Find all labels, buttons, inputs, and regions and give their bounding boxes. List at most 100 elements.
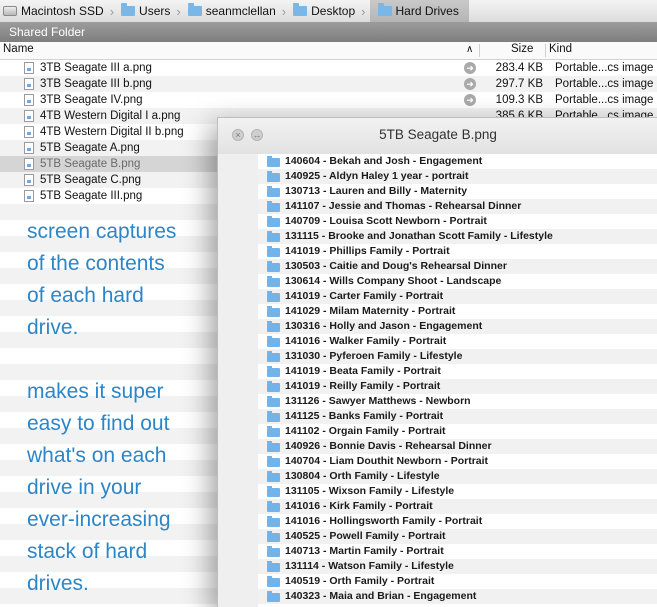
folder-name: 141019 - Beata Family - Portrait: [285, 365, 441, 377]
caption-line: screen captures: [27, 220, 177, 243]
folder-icon: [267, 291, 280, 302]
png-file-icon: [24, 142, 34, 154]
folder-name: 141029 - Milam Maternity - Portrait: [285, 305, 456, 317]
folder-icon: [267, 456, 280, 467]
folder-icon: [267, 216, 280, 227]
folder-name: 141019 - Reilly Family - Portrait: [285, 380, 441, 392]
file-row[interactable]: 3TB Seagate III a.png ➜ 283.4 KB Portabl…: [0, 60, 657, 76]
breadcrumb-label: Users: [139, 4, 171, 18]
chevron-right-icon: ›: [281, 3, 287, 19]
fullscreen-icon[interactable]: ↔: [251, 129, 263, 141]
folder-name: 130804 - Orth Family - Lifestyle: [285, 470, 440, 482]
folder-row: 141019 - Phillips Family - Portrait: [258, 244, 657, 259]
folder-icon: [267, 381, 280, 392]
folder-name: 130614 - Wills Company Shoot - Landscape: [285, 275, 502, 287]
breadcrumb-users[interactable]: Users ›: [118, 0, 185, 22]
sort-ascending-icon[interactable]: ∧: [466, 44, 473, 55]
folder-row: 141125 - Banks Family - Portrait: [258, 409, 657, 424]
go-arrow-icon[interactable]: ➜: [464, 94, 476, 106]
column-name[interactable]: Name: [3, 43, 34, 55]
file-kind: Portable...cs image: [555, 78, 654, 90]
breadcrumb-desktop[interactable]: Desktop ›: [290, 0, 369, 22]
folder-name: 140604 - Bekah and Josh - Engagement: [285, 155, 483, 167]
folder-icon: [267, 411, 280, 422]
folder-name: 140704 - Liam Douthit Newborn - Portrait: [285, 455, 489, 467]
folder-name: 141016 - Hollingsworth Family - Portrait: [285, 515, 483, 527]
folder-row: 130713 - Lauren and Billy - Maternity: [258, 184, 657, 199]
breadcrumb-label: Macintosh SSD: [21, 4, 104, 18]
folder-row: 140323 - Maia and Brian - Engagement: [258, 589, 657, 604]
file-name: 4TB Western Digital II b.png: [40, 126, 184, 138]
folder-row: 141019 - Beata Family - Portrait: [258, 364, 657, 379]
folder-icon: [267, 261, 280, 272]
folder-name: 130316 - Holly and Jason - Engagement: [285, 320, 483, 332]
shared-folder-header: Shared Folder: [0, 22, 657, 42]
folder-name: 141125 - Banks Family - Portrait: [285, 410, 444, 422]
folder-icon: [267, 426, 280, 437]
breadcrumb-hard-drives[interactable]: Hard Drives: [369, 0, 469, 22]
folder-row: 140926 - Bonnie Davis - Rehearsal Dinner: [258, 439, 657, 454]
file-name: 5TB Seagate B.png: [40, 158, 141, 170]
folder-icon: [187, 3, 202, 16]
file-row[interactable]: 3TB Seagate IV.png ➜ 109.3 KB Portable..…: [0, 92, 657, 108]
file-name: 5TB Seagate C.png: [40, 174, 142, 186]
folder-icon: [377, 3, 392, 16]
file-name: 3TB Seagate III a.png: [40, 62, 152, 74]
folder-row: 141016 - Kirk Family - Portrait: [258, 499, 657, 514]
folder-row: 141016 - Hollingsworth Family - Portrait: [258, 514, 657, 529]
folder-row: 141019 - Carter Family - Portrait: [258, 289, 657, 304]
folder-name: 140709 - Louisa Scott Newborn - Portrait: [285, 215, 487, 227]
file-row[interactable]: 3TB Seagate III b.png ➜ 297.7 KB Portabl…: [0, 76, 657, 92]
folder-row: 141102 - Orgain Family - Portrait: [258, 424, 657, 439]
go-arrow-icon[interactable]: ➜: [464, 62, 476, 74]
folder-name: 140525 - Powell Family - Portrait: [285, 530, 446, 542]
folder-row: 130316 - Holly and Jason - Engagement: [258, 319, 657, 334]
folder-icon: [267, 516, 280, 527]
drive-icon: [3, 6, 17, 16]
folder-row: 140604 - Bekah and Josh - Engagement: [258, 154, 657, 169]
folder-icon: [267, 246, 280, 257]
folder-name: 141019 - Phillips Family - Portrait: [285, 245, 450, 257]
caption-line: ever-increasing: [27, 508, 171, 531]
column-divider: [545, 44, 546, 57]
folder-row: 131030 - Pyferoen Family - Lifestyle: [258, 349, 657, 364]
column-kind[interactable]: Kind: [549, 43, 572, 55]
go-arrow-icon[interactable]: ➜: [464, 78, 476, 90]
column-size[interactable]: Size: [511, 43, 533, 55]
png-file-icon: [24, 158, 34, 170]
caption-line: drive in your: [27, 476, 142, 499]
caption-line: of the contents: [27, 252, 165, 275]
folder-icon: [267, 321, 280, 332]
png-file-icon: [24, 94, 34, 106]
breadcrumb-macintosh-ssd[interactable]: Macintosh SSD ›: [0, 0, 118, 22]
file-kind: Portable...cs image: [555, 62, 654, 74]
file-name: 5TB Seagate A.png: [40, 142, 140, 154]
folder-icon: [267, 396, 280, 407]
preview-window: × ↔ 5TB Seagate B.png 140604 - Bekah and…: [217, 117, 657, 607]
folder-row: 140704 - Liam Douthit Newborn - Portrait: [258, 454, 657, 469]
folder-icon: [121, 3, 136, 16]
chevron-right-icon: ›: [361, 3, 366, 19]
folder-icon: [267, 501, 280, 512]
folder-name: 131126 - Sawyer Matthews - Newborn: [285, 395, 471, 407]
file-size: 297.7 KB: [495, 78, 543, 90]
caption-line: of each hard: [27, 284, 144, 307]
file-name: 4TB Western Digital I a.png: [40, 110, 181, 122]
folder-icon: [267, 186, 280, 197]
folder-row: 131126 - Sawyer Matthews - Newborn: [258, 394, 657, 409]
folder-icon: [267, 306, 280, 317]
png-file-icon: [24, 126, 34, 138]
breadcrumb-label: seanmclellan: [205, 4, 276, 18]
folder-name: 131115 - Brooke and Jonathan Scott Famil…: [285, 230, 553, 242]
folder-name: 140519 - Orth Family - Portrait: [285, 575, 435, 587]
breadcrumb-label: Hard Drives: [395, 4, 459, 18]
folder-icon: [267, 276, 280, 287]
breadcrumb-seanmclellan[interactable]: seanmclellan ›: [185, 0, 290, 22]
png-file-icon: [24, 110, 34, 122]
folder-icon: [267, 576, 280, 587]
folder-row: 140925 - Aldyn Haley 1 year - portrait: [258, 169, 657, 184]
file-size: 109.3 KB: [495, 94, 543, 106]
preview-title: 5TB Seagate B.png: [379, 127, 497, 142]
close-icon[interactable]: ×: [232, 129, 244, 141]
folder-icon: [267, 156, 280, 167]
